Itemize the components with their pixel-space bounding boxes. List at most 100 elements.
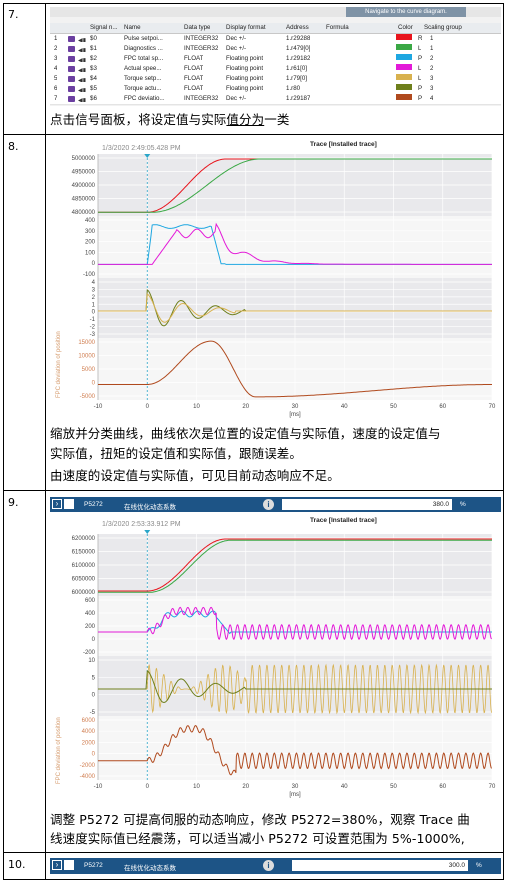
col-data-type[interactable]: Data type — [184, 23, 210, 33]
data-type: INTEGER32 — [184, 35, 219, 42]
y-tick-torque: -3 — [90, 332, 96, 338]
param-checkbox[interactable] — [64, 860, 74, 870]
info-icon[interactable]: i — [263, 860, 274, 871]
param-row-step9: › P5272 在线优化动态系数 i 380.0 % — [50, 497, 501, 512]
col-name[interactable]: Name — [124, 23, 141, 33]
scaling-letter: L — [418, 75, 422, 82]
display-format: Dec +/- — [226, 45, 247, 52]
table-row[interactable]: 7 ◀▮ $6 FPC deviatio... INTEGER32 Dec +/- 1.r2… — [50, 94, 501, 105]
visibility-icon[interactable]: ◀▮ — [78, 96, 88, 102]
signal-type-icon — [68, 36, 75, 42]
col-formula[interactable]: Formula — [326, 23, 349, 33]
x-tick: -10 — [94, 404, 103, 410]
signal-id: $6 — [90, 95, 97, 102]
signal-name: Pulse setpoi... — [124, 35, 163, 42]
color-swatch[interactable] — [396, 54, 412, 60]
param-checkbox[interactable] — [64, 499, 74, 509]
y-tick-speed: -200 — [83, 650, 96, 656]
address: 1.r479[0] — [286, 45, 311, 52]
x-tick: 60 — [439, 404, 446, 410]
x-tick: 50 — [390, 404, 397, 410]
y-tick-position: 4800000 — [72, 210, 96, 216]
row-index: 7 — [54, 95, 58, 102]
scaling-letter: P — [418, 55, 423, 62]
navigate-curve-diagram-button[interactable]: Navigate to the curve diagram. — [346, 7, 466, 17]
scaling-letter: P — [418, 85, 423, 92]
y-tick-deviation: -4000 — [80, 774, 96, 780]
step9-caption-1: 调整 P5272 可提高伺服的动态响应，修改 P5272=380%，观察 Tra… — [50, 812, 470, 827]
param-value-input[interactable]: 380.0 — [282, 499, 452, 510]
col-display-format[interactable]: Display format — [226, 23, 266, 33]
scaling-letter: L — [418, 65, 422, 72]
step8-caption-2: 实际值，扭矩的设定值和实际值，跟随误差。 — [50, 446, 303, 461]
scaling-group: 3 — [430, 85, 434, 92]
y-tick-speed: 600 — [85, 598, 96, 604]
signal-id: $0 — [90, 35, 97, 42]
visibility-icon[interactable]: ◀▮ — [78, 36, 88, 42]
row-index: 5 — [54, 75, 58, 82]
expand-chevron-icon[interactable]: › — [52, 499, 62, 509]
signal-id: $3 — [90, 65, 97, 72]
trace-chart-step9[interactable]: 1/3/2020 2:53:33.912 PM Trace [Installed … — [50, 514, 501, 802]
signal-type-icon — [68, 46, 75, 52]
color-swatch[interactable] — [396, 44, 412, 50]
signal-id: $4 — [90, 75, 97, 82]
visibility-icon[interactable]: ◀▮ — [78, 66, 88, 72]
info-icon[interactable]: i — [263, 499, 274, 510]
trace-timestamp: 1/3/2020 2:49:05.428 PM — [102, 145, 181, 152]
x-tick: 10 — [193, 404, 200, 410]
step7-caption: 点击信号面板，将设定值与实际值分为一类 — [50, 110, 289, 129]
y-tick-position: 5000000 — [72, 156, 96, 162]
caption-text-end: 一类 — [264, 112, 290, 127]
col-address[interactable]: Address — [286, 23, 309, 33]
col-scaling-group[interactable]: Scaling group — [424, 23, 462, 33]
color-swatch[interactable] — [396, 74, 412, 80]
visibility-icon[interactable]: ◀▮ — [78, 56, 88, 62]
visibility-icon[interactable]: ◀▮ — [78, 76, 88, 82]
scaling-letter: R — [418, 35, 423, 42]
row-index: 2 — [54, 45, 58, 52]
y-tick-torque: -1 — [90, 317, 96, 323]
table-border-right — [503, 3, 504, 880]
trace-chart-step8[interactable]: 1/3/2020 2:49:05.428 PM Trace [Installed … — [50, 138, 501, 418]
x-tick: 70 — [489, 404, 496, 410]
visibility-icon[interactable]: ◀▮ — [78, 46, 88, 52]
y-tick-deviation: 4000 — [82, 729, 96, 735]
scaling-group: 3 — [430, 75, 434, 82]
y-tick-position: 6050000 — [72, 577, 96, 583]
y-tick-speed: 400 — [85, 611, 96, 617]
col-signal-name[interactable]: Signal n... — [90, 23, 120, 33]
x-tick: 70 — [489, 784, 496, 790]
address: 1.r29288 — [286, 35, 311, 42]
y-tick-deviation: 5000 — [82, 367, 96, 373]
trace-timestamp: 1/3/2020 2:53:33.912 PM — [102, 521, 181, 528]
param-row-step10: › P5272 在线优化动态系数 i 300.0 % — [50, 858, 501, 874]
color-swatch[interactable] — [396, 64, 412, 70]
display-format: Floating point — [226, 65, 264, 72]
x-tick: 10 — [193, 784, 200, 790]
expand-chevron-icon[interactable]: › — [52, 860, 62, 870]
y-tick-speed: 100 — [85, 250, 96, 256]
x-tick: 30 — [292, 784, 299, 790]
data-type: FLOAT — [184, 75, 204, 82]
signal-type-icon — [68, 56, 75, 62]
address: 1.r61[0] — [286, 65, 307, 72]
visibility-icon[interactable]: ◀▮ — [78, 86, 88, 92]
y-tick-torque: -2 — [90, 325, 96, 331]
x-tick: -10 — [94, 784, 103, 790]
signal-type-icon — [68, 66, 75, 72]
table-border-bottom — [3, 879, 503, 880]
color-swatch[interactable] — [396, 94, 412, 100]
col-color[interactable]: Color — [398, 23, 413, 33]
y-tick-deviation: -2000 — [80, 763, 96, 769]
param-unit: % — [476, 862, 482, 869]
x-tick: 50 — [390, 784, 397, 790]
row-index: 3 — [54, 55, 58, 62]
param-value-input[interactable]: 300.0 — [292, 860, 468, 871]
x-unit: [ms] — [289, 792, 301, 798]
signal-name: Torque setp... — [124, 75, 162, 82]
color-swatch[interactable] — [396, 84, 412, 90]
param-id: P5272 — [84, 501, 103, 508]
color-swatch[interactable] — [396, 34, 412, 40]
x-tick: 20 — [242, 784, 249, 790]
